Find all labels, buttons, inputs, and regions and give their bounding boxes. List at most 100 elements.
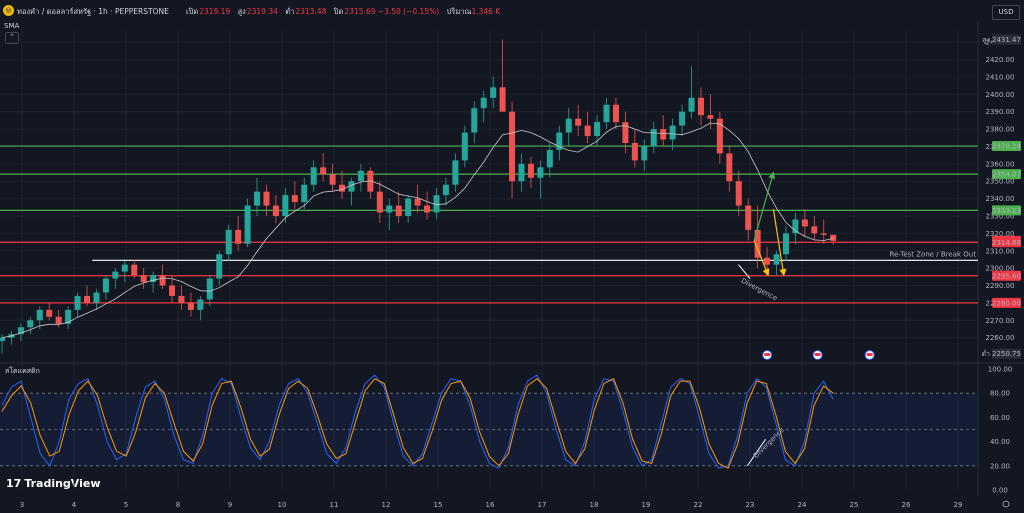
candle-body — [386, 205, 393, 213]
price-tick-label: 2340.00 — [986, 195, 1015, 203]
candle-body — [669, 125, 676, 140]
time-tick-label: 24 — [798, 501, 807, 509]
price-tag-label: สูง — [982, 36, 990, 44]
candle-body — [480, 97, 487, 109]
candle-body — [527, 163, 534, 178]
candle-body — [594, 122, 601, 137]
price-tag-value: 2314.88 — [992, 239, 1021, 247]
time-tick-label: 16 — [486, 501, 495, 509]
time-tick-label: 22 — [694, 501, 703, 509]
candle-body — [811, 226, 818, 234]
stoch-tick-label: 0.00 — [992, 487, 1008, 495]
candle-body — [688, 97, 695, 112]
candle-body — [405, 198, 412, 216]
price-tick-label: 2310.00 — [986, 247, 1015, 255]
time-axis[interactable]: 3 4 5 8 9 10 11 12 15 16 17 18 19 22 23 24 25 26 29 — [20, 500, 1010, 509]
candle-body — [320, 167, 327, 175]
candle-body — [121, 264, 128, 272]
price-tag: 2280.00 — [992, 297, 1021, 308]
candle-body — [612, 104, 619, 123]
candle-body — [565, 118, 572, 133]
stoch-tick-label: 80.00 — [990, 390, 1010, 398]
stoch-tick-label: 20.00 — [990, 462, 1010, 470]
retest-zone-label: Re-Test Zone / Break Out — [890, 250, 977, 258]
price-tag-value: 2333.23 — [992, 207, 1021, 215]
chart-canvas[interactable]: Re-Test Zone / Break OutDivergenceDiverg… — [0, 0, 1024, 513]
stoch-tick-label: 100.00 — [988, 366, 1013, 374]
time-tick-label: 15 — [434, 501, 443, 509]
candle-body — [546, 149, 553, 168]
price-tick-label: 2410.00 — [986, 73, 1015, 81]
candle-body — [414, 198, 421, 206]
candle-body — [631, 142, 638, 161]
horizontal-levels[interactable] — [0, 145, 978, 304]
price-tick-label: 2270.00 — [986, 317, 1015, 325]
price-tag: 2354.07 — [992, 169, 1021, 180]
time-tick-label: 9 — [228, 501, 232, 509]
candle-body — [112, 271, 119, 279]
candle-body — [442, 184, 449, 196]
price-tag: 2314.88 — [992, 237, 1021, 248]
candle-body — [830, 234, 837, 241]
candle-body — [27, 320, 34, 328]
candle-body — [36, 309, 43, 321]
time-tick-label: 17 — [538, 501, 547, 509]
stoch-tick-label: 60.00 — [990, 414, 1010, 422]
candle-body — [225, 229, 232, 255]
candle-body — [46, 309, 53, 317]
price-tag: 2295.60 — [992, 270, 1021, 281]
candle-body — [235, 229, 242, 244]
candle-body — [509, 111, 516, 182]
candle-body — [244, 205, 251, 244]
candle-body — [792, 219, 799, 234]
time-tick-label: 3 — [20, 501, 24, 509]
candle-body — [820, 233, 827, 235]
candle-body — [169, 285, 176, 296]
flag-stripe — [764, 353, 771, 356]
price-tick-label: 2400.00 — [986, 91, 1015, 99]
time-tick-label: 10 — [278, 501, 287, 509]
price-tag: 2370.24 — [992, 141, 1022, 152]
candle-body — [575, 118, 582, 126]
price-tag-value: 2431.47 — [992, 36, 1021, 44]
time-tick-label: 11 — [330, 501, 339, 509]
price-axis[interactable]: 2430.002420.002410.002400.002390.002380.… — [982, 34, 1022, 495]
candle-body — [282, 195, 289, 216]
time-tick-label: 29 — [954, 501, 963, 509]
candle-body — [206, 278, 213, 300]
candle-body — [679, 111, 686, 126]
price-tag: 2431.47สูง — [982, 34, 1021, 45]
candle-body — [745, 205, 752, 230]
candle-body — [461, 132, 468, 161]
candle-body — [660, 129, 667, 140]
time-tick-label: 4 — [72, 501, 77, 509]
candle-body — [55, 316, 62, 324]
candle-body — [0, 337, 5, 342]
time-tick-label: 23 — [746, 501, 755, 509]
candle-body — [518, 163, 525, 182]
chart-window: { "header": { "symbol_title": "ทองคำ / ด… — [0, 0, 1024, 513]
time-tick-label: 5 — [124, 501, 128, 509]
candle-body — [93, 292, 100, 303]
price-tick-label: 2380.00 — [986, 126, 1015, 134]
candle-body — [102, 278, 109, 293]
candle-body — [735, 181, 742, 206]
candle-body — [263, 191, 270, 206]
candle-body — [376, 191, 383, 213]
candle-body — [650, 129, 657, 147]
price-tag-value: 2250.75 — [992, 350, 1021, 358]
candle-body — [216, 254, 223, 279]
candle-body — [187, 302, 194, 310]
candle-body — [452, 160, 459, 185]
candle-body — [197, 299, 204, 310]
candle-body — [254, 191, 261, 206]
price-tag-label: ต่ำ — [982, 349, 991, 358]
candle-body — [310, 167, 317, 185]
price-tick-label: 2390.00 — [986, 108, 1015, 116]
candle-body — [272, 205, 279, 216]
candle-body — [357, 170, 364, 182]
candle-body — [641, 146, 648, 161]
candle-body — [726, 153, 733, 182]
price-tick-label: 2260.00 — [986, 334, 1015, 342]
candle-body — [782, 233, 789, 255]
